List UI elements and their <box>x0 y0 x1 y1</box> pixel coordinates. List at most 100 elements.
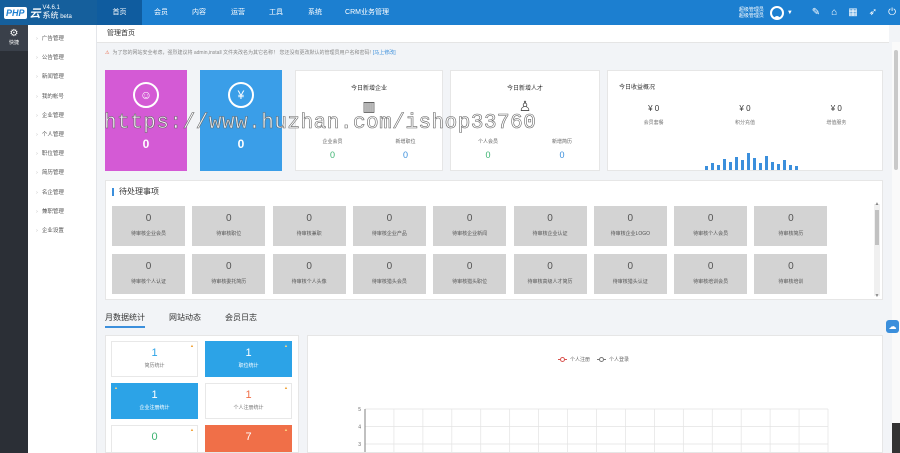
sparkline-bar <box>795 165 798 170</box>
scroll-up-icon[interactable]: ▲ <box>874 201 880 207</box>
broom-icon[interactable]: ✎ <box>812 7 820 18</box>
chevron-down-icon[interactable]: ▼ <box>787 10 793 16</box>
pending-item[interactable]: 0 待审核企业新闻 <box>433 206 507 246</box>
nav-item-home[interactable]: 首页 <box>97 0 142 25</box>
y-tick-label: 4 <box>358 425 361 431</box>
sidebar-item-news[interactable]: 新闻管理 <box>28 68 96 87</box>
corner-arrow-icon: ▲ <box>284 343 288 348</box>
nav-item-operations[interactable]: 运营 <box>218 0 258 25</box>
chart-legend: 个人注册 个人登录 <box>558 356 636 363</box>
chart-panel: 个人注册 个人登录 5432 <box>307 335 883 453</box>
nav-item-system[interactable]: 系统 <box>294 0 336 25</box>
stat-box[interactable]: ▲ 7 <box>205 425 292 452</box>
y-tick-label: 3 <box>358 442 361 448</box>
pending-item[interactable]: 0 待审核委托简历 <box>192 254 266 294</box>
card-stats: 个人会员 0 新增简历 0 <box>451 138 599 160</box>
sidebar-item-individuals[interactable]: 个人管理 <box>28 126 96 145</box>
pending-count: 0 <box>707 261 714 272</box>
pending-item[interactable]: 0 待审核企业认证 <box>513 206 587 246</box>
pending-item[interactable]: 0 待审核个人头像 <box>272 254 346 294</box>
pending-item[interactable]: 0 待审核猎头职位 <box>433 254 507 294</box>
sidebar: 广告管理 公告管理 新闻管理 我的帐号 企业管理 个人管理 职位管理 简历管理 … <box>28 25 97 453</box>
notice-fix-link[interactable]: [马上修改] <box>373 50 396 56</box>
pending-item[interactable]: 0 待审核企业产品 <box>352 206 426 246</box>
pending-item[interactable]: 0 待审核猎头认证 <box>593 254 667 294</box>
legend-item-login[interactable]: 个人登录 <box>597 356 629 363</box>
stat-box[interactable]: ▲ 1 简历统计 <box>111 341 198 377</box>
cloud-widget-icon[interactable]: ☁ <box>886 320 899 333</box>
rail-item-shortcut[interactable]: ⚙ 快捷 <box>0 25 28 51</box>
logo-name: 云 <box>29 7 41 20</box>
sidebar-item-famous-companies[interactable]: 名企管理 <box>28 184 96 203</box>
stat-box-value: 1 <box>151 347 158 359</box>
pending-label: 待审核委托简历 <box>211 279 247 285</box>
pending-count: 0 <box>466 261 473 272</box>
sidebar-item-company-settings[interactable]: 企业设置 <box>28 222 96 241</box>
pending-item[interactable]: 0 待审核兼职 <box>272 206 346 246</box>
pending-item[interactable]: 0 待审核培训会员 <box>674 254 748 294</box>
sidebar-item-resumes[interactable]: 简历管理 <box>28 164 96 183</box>
pending-item[interactable]: 0 待审核简历 <box>754 206 828 246</box>
pending-item[interactable]: 0 待审核高级人才简历 <box>513 254 587 294</box>
stat-box-value: 1 <box>245 347 252 359</box>
panel-title: 待处理事项 <box>112 188 159 196</box>
legend-item-register[interactable]: 个人注册 <box>558 356 590 363</box>
scroll-thumb[interactable] <box>875 210 879 245</box>
pending-item[interactable]: 0 待审核职位 <box>192 206 266 246</box>
nav-item-crm[interactable]: CRM业务管理 <box>336 0 398 25</box>
sparkline-bar <box>747 153 750 170</box>
sidebar-item-companies[interactable]: 企业管理 <box>28 107 96 126</box>
app-edition: beta <box>60 14 72 20</box>
nav-item-content[interactable]: 内容 <box>180 0 218 25</box>
tab-monthly-stats[interactable]: 月数据统计 <box>105 312 145 328</box>
top-right-area: 超级管理员 超级管理员 ▼ ✎ ⌂ ▦ ➶ ⏻ <box>739 0 896 25</box>
pending-label: 待审核企业产品 <box>371 231 407 237</box>
pending-count: 0 <box>627 261 634 272</box>
pending-count: 0 <box>306 261 312 272</box>
revenue-points: ¥ 0 积分充值 <box>735 104 755 126</box>
stat-box[interactable]: ▲ 0 <box>111 425 198 452</box>
stat-box[interactable]: ▲ 1 职位统计 <box>205 341 292 377</box>
sidebar-item-part-time[interactable]: 兼职管理 <box>28 203 96 222</box>
revenue-label: 会员套餐 <box>643 120 664 126</box>
stat-box-value: 7 <box>245 431 252 443</box>
pending-item[interactable]: 0 待审核个人认证 <box>112 254 185 294</box>
scroll-down-icon[interactable]: ▼ <box>874 293 880 299</box>
panel-scrollbar[interactable]: ▲ ▼ <box>874 201 880 299</box>
page-scroll-thumb[interactable] <box>894 50 898 170</box>
legend-marker <box>558 357 567 363</box>
sparkline-bar <box>723 159 726 170</box>
sidebar-item-jobs[interactable]: 职位管理 <box>28 145 96 164</box>
stat-box-value: 1 <box>245 389 252 401</box>
app-logo[interactable]: PHP 云 V4.6.1 系统 beta <box>0 0 97 25</box>
watermark: https://www.huzhan.com/ishop33760 <box>104 112 537 136</box>
tab-site-activity[interactable]: 网站动态 <box>169 312 201 328</box>
line-chart: 5432 <box>358 407 829 452</box>
page-scrollbar[interactable] <box>892 42 900 453</box>
pending-count: 0 <box>145 261 152 272</box>
home-icon[interactable]: ⌂ <box>831 7 837 18</box>
nav-item-members[interactable]: 会员 <box>142 0 180 25</box>
sidebar-item-my-account[interactable]: 我的帐号 <box>28 88 96 107</box>
revenue-label: 积分充值 <box>734 120 755 126</box>
pending-item[interactable]: 0 待审核企业LOGO <box>593 206 667 246</box>
tab-member-log[interactable]: 会员日志 <box>225 312 257 328</box>
stat-new-jobs: 新增职位 0 <box>395 138 415 160</box>
stat-box[interactable]: ▲ 1 个人注册统计 <box>205 383 292 419</box>
grid-icon[interactable]: ▦ <box>848 7 857 18</box>
sidebar-item-announcements[interactable]: 公告管理 <box>28 49 96 68</box>
avatar[interactable] <box>769 5 784 20</box>
sidebar-item-ads[interactable]: 广告管理 <box>28 30 96 49</box>
icon-rail: ⚙ 快捷 <box>0 25 28 453</box>
top-bar: PHP 云 V4.6.1 系统 beta 首页 会员 内容 运营 工具 系统 C… <box>0 0 900 25</box>
pending-item[interactable]: 0 待审核猎头会员 <box>352 254 426 294</box>
sparkline-bar <box>771 161 774 170</box>
power-icon[interactable]: ⏻ <box>888 7 896 18</box>
stat-box[interactable]: ▲ 1 企业注册统计 <box>111 383 198 419</box>
pin-icon[interactable]: ➶ <box>869 7 877 18</box>
nav-item-tools[interactable]: 工具 <box>258 0 294 25</box>
pending-item[interactable]: 0 待审核个人会员 <box>674 206 748 246</box>
stat-box-label: 企业注册统计 <box>139 405 170 411</box>
pending-item[interactable]: 0 待审核企业会员 <box>112 206 185 246</box>
pending-item[interactable]: 0 待审核培训 <box>754 254 828 294</box>
